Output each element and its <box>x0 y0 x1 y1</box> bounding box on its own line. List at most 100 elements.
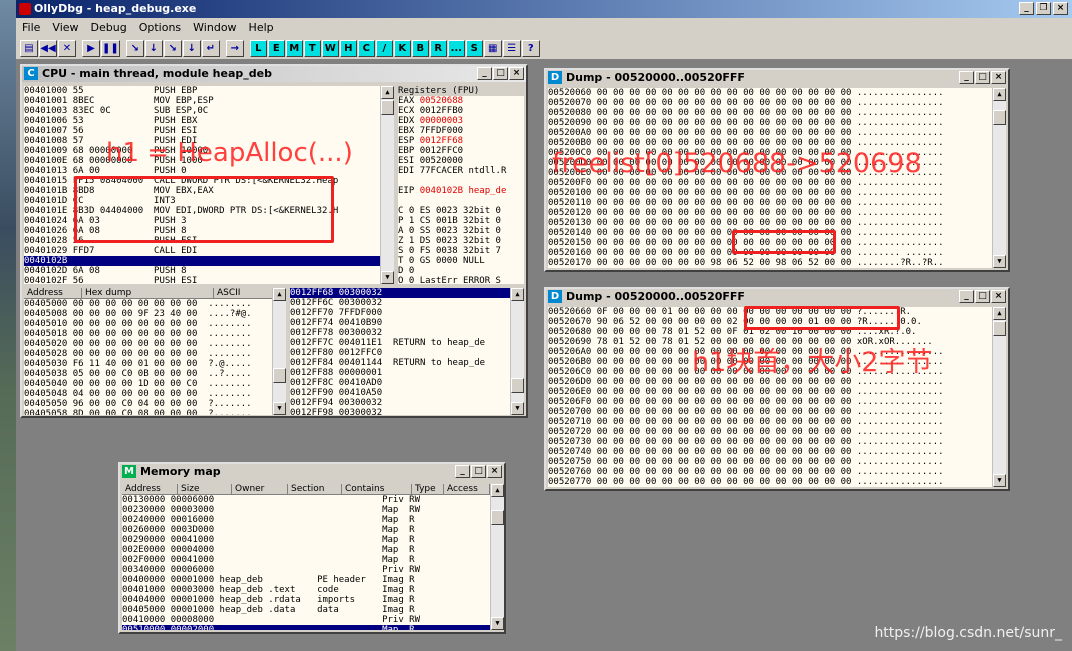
menu-debug[interactable]: Debug <box>85 18 133 38</box>
toolbar-button-W[interactable]: W <box>321 40 339 57</box>
stack-row[interactable]: 0012FF88 00000001 <box>290 368 510 378</box>
hex-dump-pane[interactable]: 00405000 00 00 00 00 00 00 00 00 .......… <box>24 299 272 415</box>
register-row[interactable] <box>398 196 524 206</box>
scroll-thumb[interactable] <box>491 510 504 525</box>
menu-help[interactable]: Help <box>243 18 280 38</box>
register-row[interactable]: D 0 <box>398 266 524 276</box>
disasm-row[interactable]: 00401000 55 PUSH EBP <box>24 86 380 96</box>
run-icon[interactable]: ▶ <box>82 40 100 57</box>
scroll-down-icon[interactable]: ▼ <box>491 617 504 630</box>
dump2-content[interactable]: 00520660 0F 00 00 00 01 00 00 00 00 00 0… <box>548 307 992 487</box>
scroll-up-icon[interactable]: ▲ <box>491 484 504 497</box>
scroll-up-icon[interactable]: ▲ <box>993 88 1006 101</box>
disasm-row[interactable]: 0040102B <box>24 256 380 266</box>
dump-row[interactable]: 005200F0 00 00 00 00 00 00 00 00 00 00 0… <box>548 178 992 188</box>
memmap-row[interactable]: 00510000 00002000 Map R <box>122 625 490 630</box>
scroll-thumb[interactable] <box>993 110 1006 125</box>
scroll-thumb[interactable] <box>993 321 1006 336</box>
dump-row[interactable]: 00520710 00 00 00 00 00 00 00 00 00 00 0… <box>548 417 992 427</box>
dump-row[interactable]: 00405020 00 00 00 00 00 00 00 00 .......… <box>24 339 272 349</box>
memmap-row[interactable]: 00400000 00001000 heap_deb PE header Ima… <box>122 575 490 585</box>
dump-row[interactable]: 005200B0 00 00 00 00 00 00 00 00 00 00 0… <box>548 138 992 148</box>
scroll-up-icon[interactable]: ▲ <box>511 288 524 301</box>
minimize-button[interactable]: _ <box>1019 2 1034 15</box>
memmap-header-section[interactable]: Section <box>288 484 342 495</box>
scroll-down-icon[interactable]: ▼ <box>511 402 524 415</box>
memmap-minimize-button[interactable]: _ <box>455 465 470 478</box>
menu-view[interactable]: View <box>46 18 84 38</box>
dump-row[interactable]: 00520770 00 00 00 00 00 00 00 00 00 00 0… <box>548 477 992 487</box>
scroll-up-icon[interactable]: ▲ <box>381 86 394 99</box>
scroll-up-icon[interactable]: ▲ <box>993 307 1006 320</box>
memmap-row[interactable]: 00401000 00003000 heap_deb .text code Im… <box>122 585 490 595</box>
dump-row[interactable]: 00405000 00 00 00 00 00 00 00 00 .......… <box>24 299 272 309</box>
stack-row[interactable]: 0012FF70 7FFDF000 <box>290 308 510 318</box>
toolbar-button-dots[interactable]: ... <box>447 40 465 57</box>
scroll-down-icon[interactable]: ▼ <box>993 474 1006 487</box>
memmap-header-contains[interactable]: Contains <box>342 484 412 495</box>
memmap-table[interactable]: 00130000 00006000 Priv RW 00230000 000030… <box>122 495 490 630</box>
dump-row[interactable]: 00520170 00 00 00 00 00 00 00 98 06 52 0… <box>548 258 992 268</box>
dump-row[interactable]: 00405028 00 00 00 00 00 00 00 00 .......… <box>24 349 272 359</box>
cpu-close-button[interactable]: × <box>509 67 524 80</box>
disasm-row[interactable]: 00401029 FFD7 CALL EDI <box>24 246 380 256</box>
dump2-maximize-button[interactable]: □ <box>975 290 990 303</box>
dump-row[interactable]: 005206F0 00 00 00 00 00 00 00 00 00 00 0… <box>548 397 992 407</box>
stack-scrollbar[interactable]: ▲ ▼ <box>510 288 524 415</box>
memmap-header-address[interactable]: Address <box>122 484 178 495</box>
register-row[interactable]: ECX 0012FFB0 <box>398 106 524 116</box>
goto-icon[interactable]: → <box>225 40 244 57</box>
register-row[interactable]: EIP 0040102B heap_de <box>398 186 524 196</box>
dump1-close-button[interactable]: × <box>991 71 1006 84</box>
toolbar-button-H[interactable]: H <box>339 40 357 57</box>
toolbar-button-L[interactable]: L <box>249 40 267 57</box>
register-row[interactable]: O 0 LastErr ERROR_S <box>398 276 524 284</box>
dump-row[interactable]: 00405040 00 00 00 00 1D 00 00 C0 .......… <box>24 379 272 389</box>
memmap-row[interactable]: 00290000 00041000 Map R <box>122 535 490 545</box>
memmap-row[interactable]: 002E0000 00004000 Map R <box>122 545 490 555</box>
scroll-thumb[interactable] <box>381 100 394 115</box>
dump-row[interactable]: 00520130 00 00 00 00 00 00 00 00 00 00 0… <box>548 218 992 228</box>
register-row[interactable]: EBX 7FFDF000 <box>398 126 524 136</box>
dump-row[interactable]: 00520110 00 00 00 00 00 00 00 00 00 00 0… <box>548 198 992 208</box>
register-row[interactable]: EAX 00520688 <box>398 96 524 106</box>
register-row[interactable]: C 0 ES 0023 32bit 0 <box>398 206 524 216</box>
dump-row[interactable]: 00405048 04 00 00 00 00 00 00 00 .......… <box>24 389 272 399</box>
register-row[interactable]: EBP 0012FFC0 <box>398 146 524 156</box>
dump2-close-button[interactable]: × <box>991 290 1006 303</box>
register-row[interactable]: ESI 00520000 <box>398 156 524 166</box>
memmap-row[interactable]: 002F0000 00041000 Map R <box>122 555 490 565</box>
dump-row[interactable]: 00405038 05 00 00 C0 0B 00 00 00 ..?....… <box>24 369 272 379</box>
scroll-thumb[interactable] <box>273 368 286 383</box>
toolbar-button-E[interactable]: E <box>267 40 285 57</box>
memmap-maximize-button[interactable]: □ <box>471 465 486 478</box>
menu-options[interactable]: Options <box>133 18 187 38</box>
execute-till-return-icon[interactable]: ↵ <box>201 40 220 57</box>
memmap-close-button[interactable]: × <box>487 465 502 478</box>
memmap-header-size[interactable]: Size <box>178 484 232 495</box>
stack-row[interactable]: 0012FF8C 00410AD0 <box>290 378 510 388</box>
dump-row[interactable]: 005200A0 00 00 00 00 00 00 00 00 00 00 0… <box>548 128 992 138</box>
disasm-row[interactable]: 0040102F 56 PUSH ESI <box>24 276 380 284</box>
view-list-icon[interactable]: ▦ <box>483 40 502 57</box>
toolbar-button-B[interactable]: B <box>411 40 429 57</box>
hex-dump-scrollbar[interactable]: ▲ ▼ <box>272 288 286 415</box>
registers-pane[interactable]: Registers (FPU) EAX 00520688 ECX 0012FFB0 E… <box>398 86 524 284</box>
cpu-minimize-button[interactable]: _ <box>477 67 492 80</box>
dump1-scrollbar[interactable]: ▲ ▼ <box>992 88 1006 268</box>
scroll-down-icon[interactable]: ▼ <box>993 255 1006 268</box>
pause-icon[interactable]: ❚❚ <box>101 40 120 57</box>
dump-row[interactable]: 00520760 00 00 00 00 00 00 00 00 00 00 0… <box>548 467 992 477</box>
disasm-row[interactable]: 00401006 53 PUSH EBX <box>24 116 380 126</box>
step-over-icon[interactable]: ↓ <box>144 40 163 57</box>
view-menu-icon[interactable]: ☰ <box>502 40 521 57</box>
dump-row[interactable]: 005206E0 00 00 00 00 00 00 00 00 00 00 0… <box>548 387 992 397</box>
toolbar-button-slash[interactable]: / <box>375 40 393 57</box>
stack-row[interactable]: 0012FF84 00401144 RETURN to heap_de <box>290 358 510 368</box>
disasm-row[interactable]: 0040102D 6A 08 PUSH 8 <box>24 266 380 276</box>
restart-icon[interactable]: ◀◀ <box>39 40 57 57</box>
stack-pane[interactable]: 0012FF68 00300032 0012FF6C 00300032 0012… <box>290 288 510 415</box>
dump-row[interactable]: 00520080 00 00 00 00 00 00 00 00 00 00 0… <box>548 108 992 118</box>
dump-row[interactable]: 00405030 F6 11 40 00 01 00 00 00 ?.@....… <box>24 359 272 369</box>
dump-row[interactable]: 00520120 00 00 00 00 00 00 00 00 00 00 0… <box>548 208 992 218</box>
